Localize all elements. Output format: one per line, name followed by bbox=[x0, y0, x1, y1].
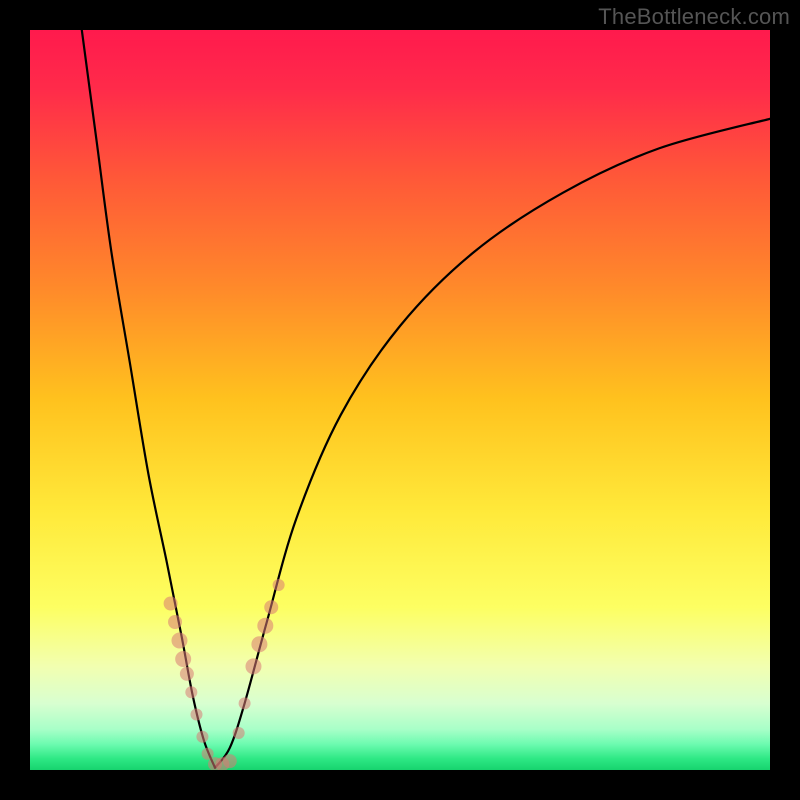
data-marker bbox=[196, 731, 208, 743]
data-marker bbox=[171, 633, 187, 649]
data-marker bbox=[164, 597, 178, 611]
curve-right bbox=[215, 119, 770, 768]
data-marker bbox=[168, 615, 182, 629]
data-marker bbox=[175, 651, 191, 667]
curves-layer bbox=[30, 30, 770, 770]
data-marker bbox=[273, 579, 285, 591]
watermark-text: TheBottleneck.com bbox=[598, 4, 790, 30]
marker-group bbox=[164, 579, 285, 770]
data-marker bbox=[191, 709, 203, 721]
data-marker bbox=[264, 600, 278, 614]
data-marker bbox=[245, 658, 261, 674]
data-marker bbox=[233, 727, 245, 739]
data-marker bbox=[223, 754, 237, 768]
plot-area bbox=[30, 30, 770, 770]
data-marker bbox=[257, 618, 273, 634]
curve-left bbox=[82, 30, 215, 768]
data-marker bbox=[180, 667, 194, 681]
data-marker bbox=[185, 686, 197, 698]
data-marker bbox=[251, 636, 267, 652]
chart-frame: TheBottleneck.com bbox=[0, 0, 800, 800]
data-marker bbox=[239, 697, 251, 709]
